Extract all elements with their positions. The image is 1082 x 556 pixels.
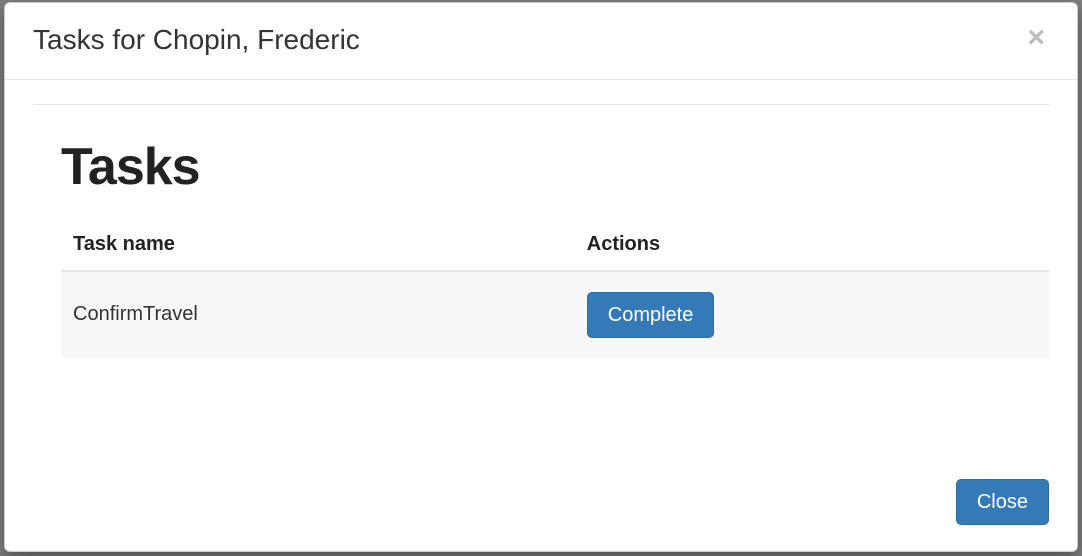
modal-body: Tasks Task name Actions ConfirmTravel Co… bbox=[5, 80, 1077, 459]
column-header-task-name: Task name bbox=[61, 225, 575, 271]
modal-title: Tasks for Chopin, Frederic bbox=[33, 23, 360, 57]
task-actions-cell: Complete bbox=[575, 271, 1049, 358]
divider bbox=[33, 104, 1049, 105]
modal-footer: Close bbox=[5, 459, 1077, 551]
column-header-actions: Actions bbox=[575, 225, 1049, 271]
tasks-table: Task name Actions ConfirmTravel Complete bbox=[61, 225, 1049, 358]
task-name-cell: ConfirmTravel bbox=[61, 271, 575, 358]
table-row: ConfirmTravel Complete bbox=[61, 271, 1049, 358]
close-icon[interactable]: × bbox=[1023, 23, 1049, 53]
complete-button[interactable]: Complete bbox=[587, 292, 715, 338]
modal-header: Tasks for Chopin, Frederic × bbox=[5, 3, 1077, 80]
close-button[interactable]: Close bbox=[956, 479, 1049, 525]
section-heading-tasks: Tasks bbox=[61, 137, 1049, 197]
tasks-modal: Tasks for Chopin, Frederic × Tasks Task … bbox=[4, 2, 1078, 552]
